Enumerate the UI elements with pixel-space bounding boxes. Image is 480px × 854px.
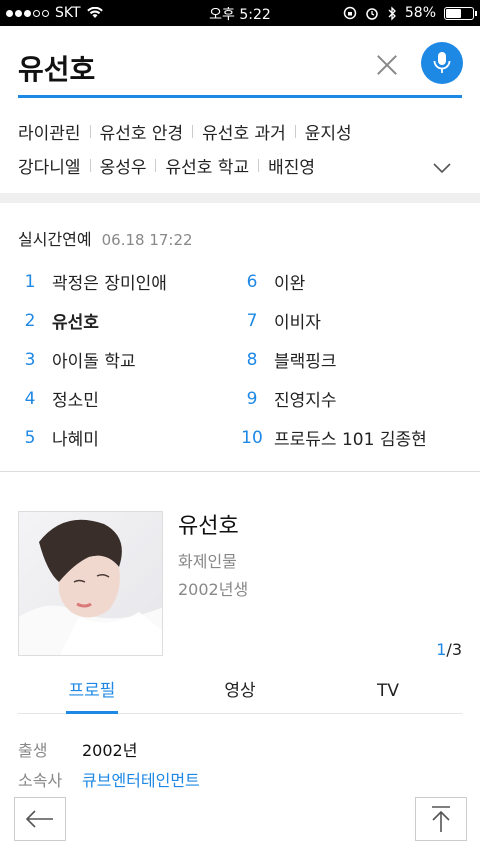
status-right: 58% — [343, 0, 477, 26]
status-bar: SKT 오후 5:22 58% — [0, 0, 480, 26]
agency-link[interactable]: 큐브엔터테인먼트 — [82, 767, 200, 791]
rank-number: 6 — [246, 271, 258, 292]
separator — [89, 124, 91, 138]
alarm-icon — [366, 8, 378, 20]
section-divider — [0, 193, 480, 203]
tab-tv[interactable]: TV — [314, 672, 462, 713]
realtime-header: 실시간연예 06.18 17:22 — [18, 226, 193, 250]
realtime-title[interactable]: 실시간연예 — [18, 230, 92, 249]
rank-text: 아이돌 학교 — [52, 352, 136, 372]
rank-text: 유선호 — [52, 313, 99, 333]
rank-number: 4 — [24, 388, 36, 409]
rank-number: 10 — [241, 427, 263, 448]
rank-item[interactable]: 4 정소민 — [18, 379, 167, 418]
battery-icon — [444, 6, 477, 20]
microphone-icon — [433, 52, 451, 73]
realtime-timestamp: 06.18 17:22 — [101, 231, 193, 249]
search-bar: 유선호 — [18, 40, 463, 98]
rank-item[interactable]: 8 블랙핑크 — [240, 340, 427, 379]
rank-item[interactable]: 3 아이돌 학교 — [18, 340, 167, 379]
wifi-icon — [86, 7, 103, 18]
separator — [192, 124, 194, 138]
related-item[interactable]: 윤지성 — [305, 119, 352, 144]
battery-fill — [446, 8, 462, 18]
section-divider — [0, 471, 480, 472]
arrow-left-icon — [25, 810, 53, 828]
rank-number: 7 — [246, 310, 258, 331]
rank-item[interactable]: 7 이비자 — [240, 301, 427, 340]
rank-text: 곽정은 장미인애 — [52, 274, 167, 294]
rank-number: 5 — [24, 427, 36, 448]
arrow-up-icon — [432, 806, 450, 832]
search-input[interactable]: 유선호 — [18, 48, 95, 88]
portrait-image — [19, 512, 162, 655]
separator — [294, 124, 296, 138]
clear-icon[interactable] — [374, 52, 400, 78]
related-item[interactable]: 옹성우 — [100, 153, 147, 178]
signal-icon — [6, 9, 49, 17]
rank-text: 정소민 — [52, 391, 99, 411]
profile-tabs: 프로필 영상 TV — [18, 672, 462, 714]
tab-video[interactable]: 영상 — [166, 672, 314, 713]
carrier-label: SKT — [55, 5, 81, 21]
rank-number: 9 — [246, 388, 258, 409]
scroll-top-button[interactable] — [415, 797, 467, 841]
related-item[interactable]: 배진영 — [268, 153, 315, 178]
rank-item[interactable]: 2 유선호 — [18, 301, 167, 340]
pager-current: 1 — [436, 640, 447, 659]
rank-item[interactable]: 6 이완 — [240, 262, 427, 301]
related-item[interactable]: 유선호 학교 — [165, 153, 249, 178]
rank-number: 2 — [24, 310, 36, 331]
status-left: SKT — [6, 0, 103, 26]
chevron-down-icon[interactable] — [432, 158, 452, 178]
rank-item[interactable]: 10 프로듀스 101 김종현 — [240, 418, 427, 457]
separator — [89, 158, 91, 172]
related-item[interactable]: 라이관린 — [18, 119, 81, 144]
related-row-1: 라이관린 유선호 안경 유선호 과거 윤지성 — [18, 114, 462, 148]
person-category: 화제인물 — [178, 552, 237, 571]
pager-total: /3 — [446, 640, 462, 659]
related-item[interactable]: 강다니엘 — [18, 153, 81, 178]
person-photo[interactable] — [18, 511, 163, 656]
profile-info: 출생 2002년 소속사 큐브엔터테인먼트 — [18, 734, 200, 794]
tab-profile[interactable]: 프로필 — [18, 672, 166, 714]
rank-text: 이비자 — [274, 313, 321, 333]
rank-item[interactable]: 1 곽정은 장미인애 — [18, 262, 167, 301]
info-row-birth: 출생 2002년 — [18, 734, 200, 764]
rank-text: 블랙핑크 — [274, 352, 337, 372]
rank-list-left: 1 곽정은 장미인애 2 유선호 3 아이돌 학교 4 정소민 5 나혜미 — [18, 262, 167, 457]
rank-item[interactable]: 5 나혜미 — [18, 418, 167, 457]
related-searches: 라이관린 유선호 안경 유선호 과거 윤지성 강다니엘 옹성우 유선호 학교 배… — [18, 114, 462, 182]
bluetooth-icon — [388, 5, 396, 21]
rank-text: 프로듀스 101 김종현 — [274, 430, 427, 450]
battery-percent: 58% — [404, 5, 436, 21]
birth-label: 출생 — [18, 741, 48, 760]
person-name[interactable]: 유선호 — [178, 508, 239, 540]
rank-number: 3 — [24, 349, 36, 370]
rank-number: 8 — [246, 349, 258, 370]
related-item[interactable]: 유선호 안경 — [100, 119, 184, 144]
rotation-lock-icon — [343, 6, 357, 20]
related-row-2: 강다니엘 옹성우 유선호 학교 배진영 — [18, 148, 462, 182]
info-row-agency: 소속사 큐브엔터테인먼트 — [18, 764, 200, 794]
related-item[interactable]: 유선호 과거 — [202, 119, 286, 144]
separator — [155, 158, 157, 172]
agency-label: 소속사 — [18, 771, 63, 790]
rank-number: 1 — [24, 271, 36, 292]
rank-list-right: 6 이완 7 이비자 8 블랙핑크 9 진영지수 10 프로듀스 101 김종현 — [240, 262, 427, 457]
person-birth-year: 2002년생 — [178, 580, 249, 599]
back-button[interactable] — [14, 797, 66, 841]
rank-text: 진영지수 — [274, 391, 337, 411]
card-pager: 1/3 — [436, 640, 462, 659]
rank-item[interactable]: 9 진영지수 — [240, 379, 427, 418]
separator — [258, 158, 260, 172]
rank-text: 나혜미 — [52, 430, 99, 450]
voice-search-button[interactable] — [421, 42, 463, 84]
rank-text: 이완 — [274, 274, 306, 294]
birth-value: 2002년 — [82, 741, 138, 760]
